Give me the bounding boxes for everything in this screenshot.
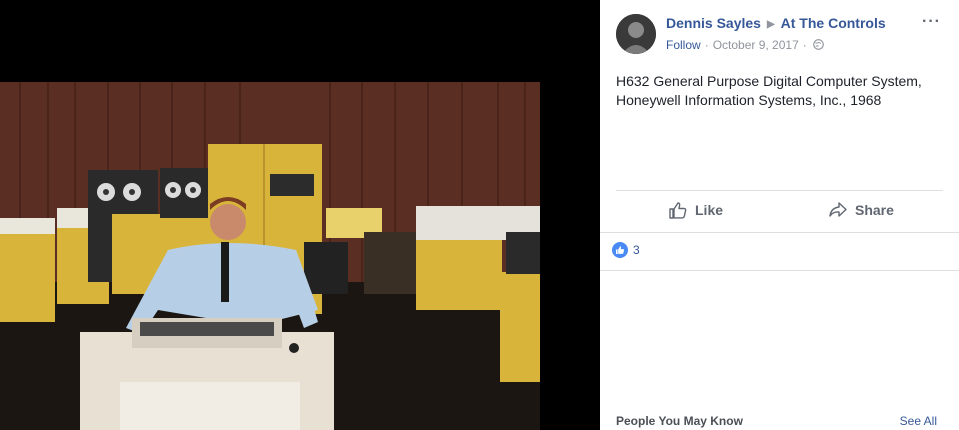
reaction-count: 3: [633, 243, 640, 257]
divider: [616, 190, 943, 191]
share-button[interactable]: Share: [828, 198, 894, 222]
photo-viewer[interactable]: [0, 0, 600, 430]
caption-line: H632 General Purpose Digital Computer Sy…: [616, 73, 922, 89]
post-header: Dennis Sayles ▶ At The Controls: [666, 15, 886, 31]
post-side-panel: Dennis Sayles ▶ At The Controls Follow · Oct…: [600, 0, 959, 430]
like-reaction-icon: [612, 242, 628, 258]
computer-room-illustration: [0, 82, 540, 430]
author-name-link[interactable]: Dennis Sayles: [666, 15, 761, 31]
reaction-summary[interactable]: 3: [612, 242, 640, 258]
caption-line: Honeywell Information Systems, Inc., 196…: [616, 92, 882, 108]
post-caption: H632 General Purpose Digital Computer Sy…: [616, 72, 946, 110]
post-date-link[interactable]: October 9, 2017: [713, 38, 799, 52]
post-meta: Follow · October 9, 2017 ·: [666, 38, 824, 52]
avatar[interactable]: [616, 14, 656, 54]
page-name-link[interactable]: At The Controls: [781, 15, 886, 31]
share-label: Share: [855, 202, 894, 218]
avatar-image: [616, 14, 656, 54]
follow-link[interactable]: Follow: [666, 38, 701, 52]
thumbs-up-icon: [669, 202, 687, 219]
people-you-may-know-title: People You May Know: [616, 414, 743, 428]
divider: [600, 270, 959, 271]
meta-separator: ·: [704, 38, 709, 52]
post-photo[interactable]: [0, 82, 540, 430]
globe-icon[interactable]: [812, 39, 824, 50]
more-options-icon[interactable]: ···: [922, 13, 941, 31]
like-button[interactable]: Like: [668, 198, 723, 222]
like-label: Like: [695, 202, 724, 218]
divider: [600, 232, 959, 233]
meta-separator: ·: [802, 38, 807, 52]
arrow-right-icon: ▶: [766, 19, 775, 30]
share-arrow-icon: [829, 202, 847, 217]
see-all-link[interactable]: See All: [900, 414, 937, 428]
